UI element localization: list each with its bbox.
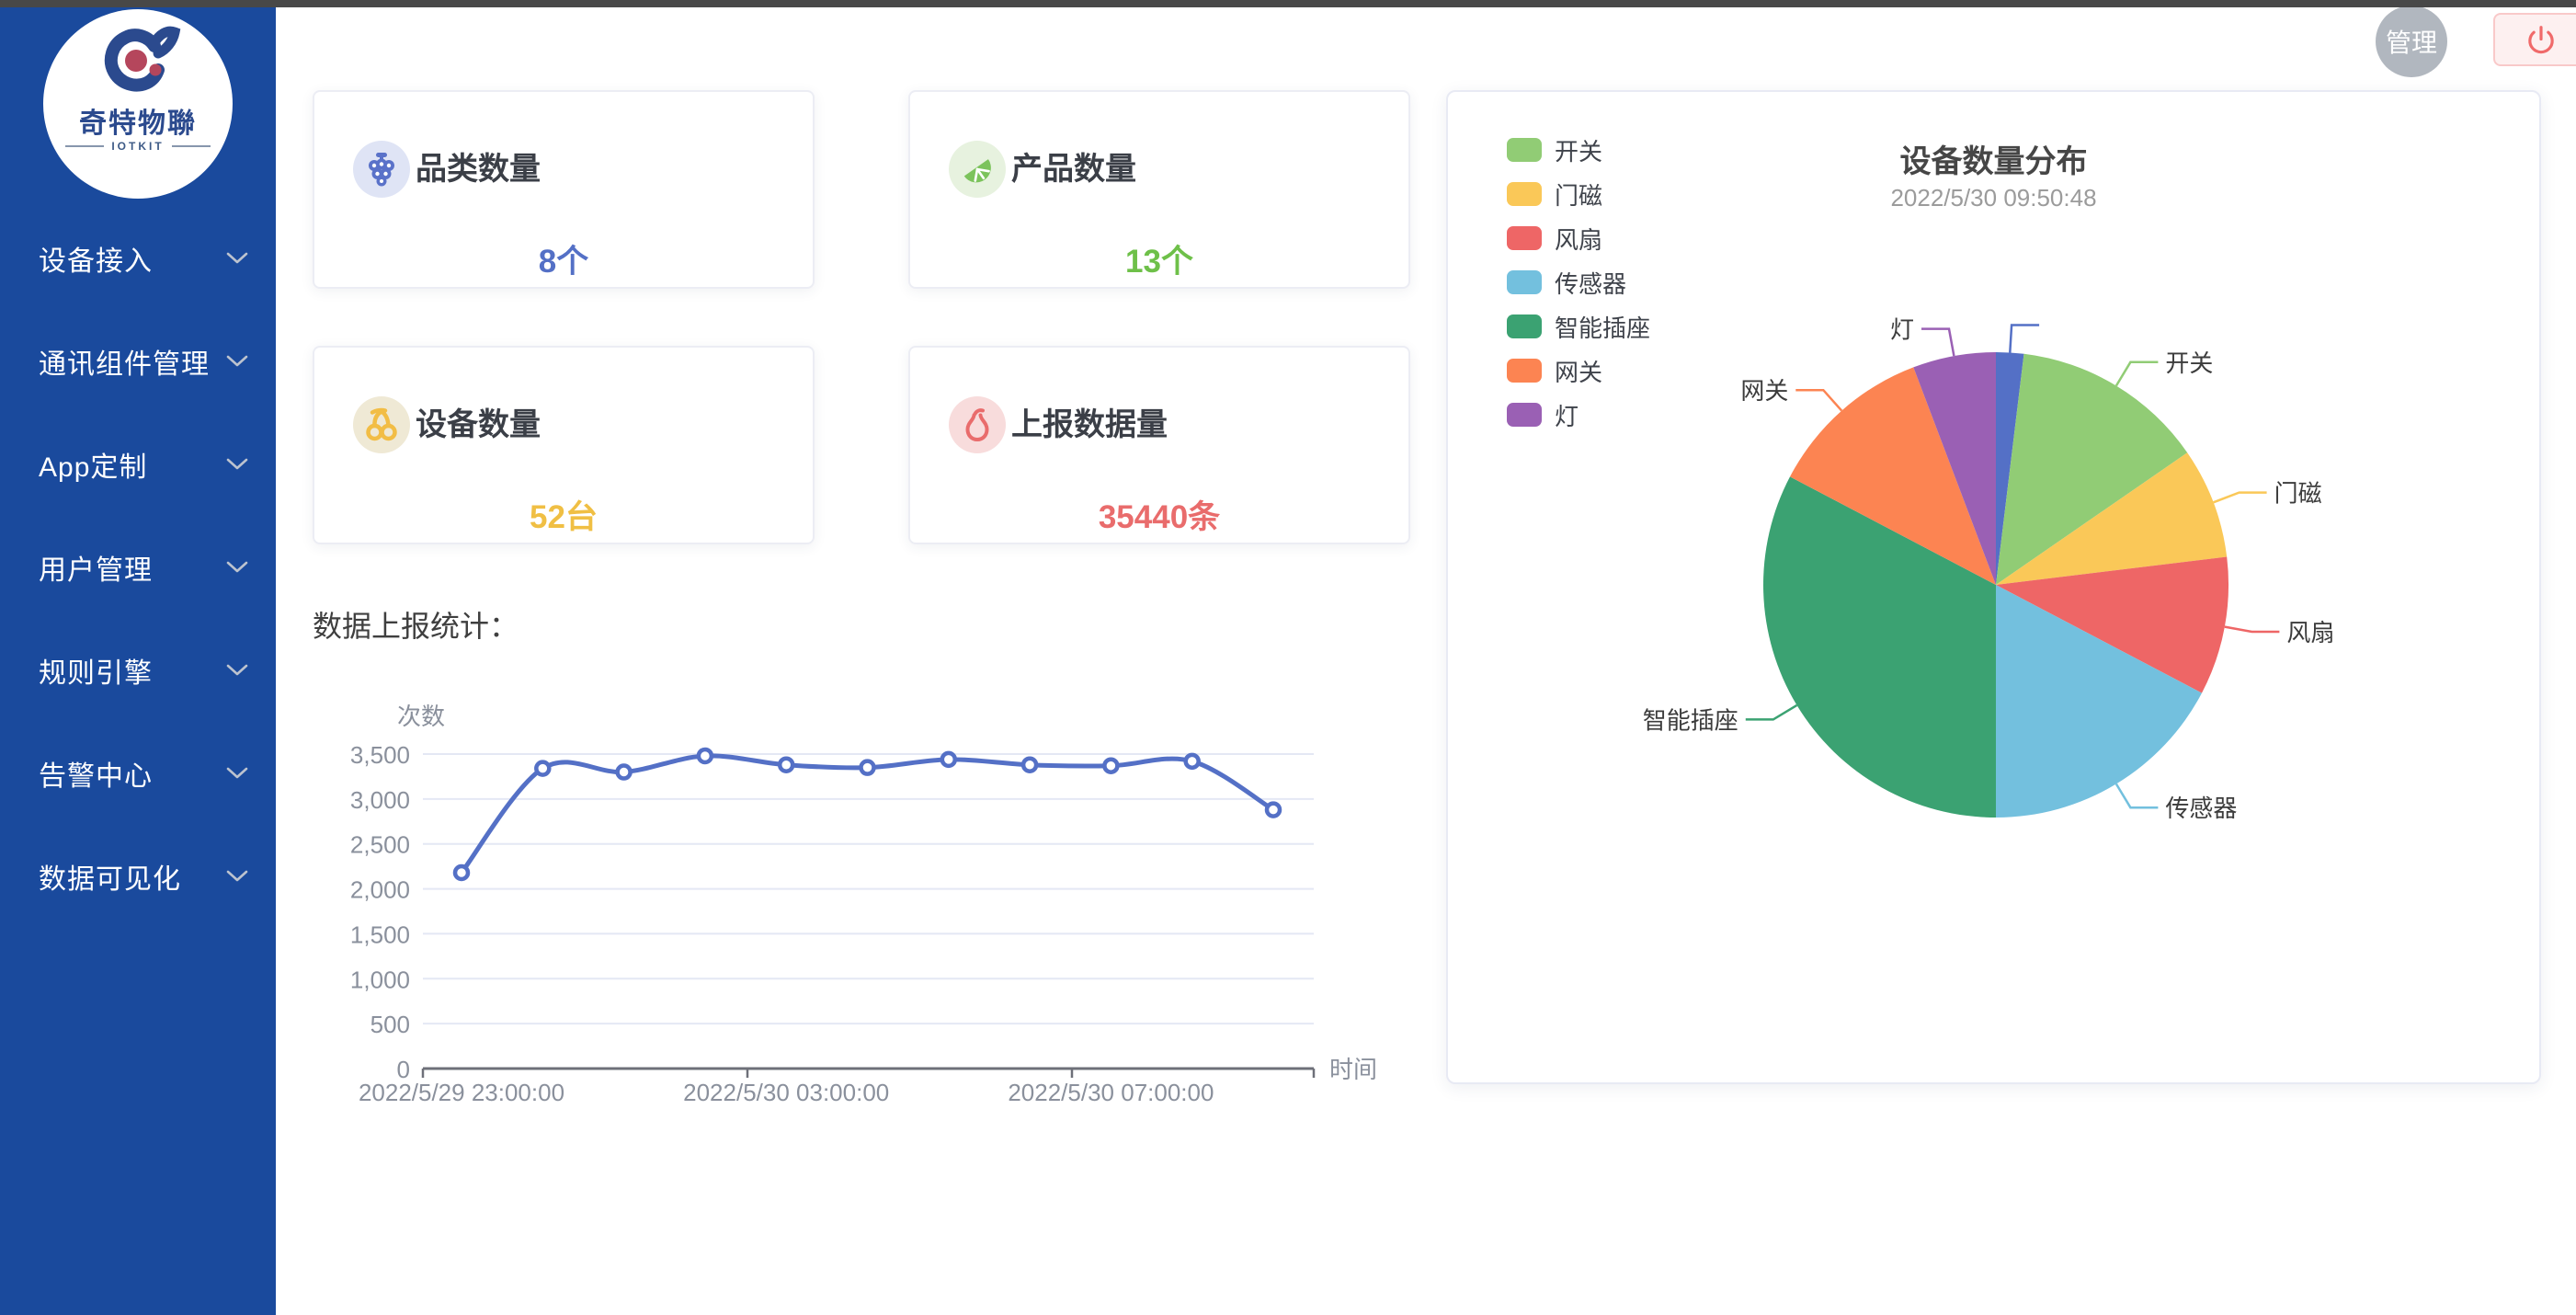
legend-swatch — [1507, 359, 1542, 383]
chevron-down-icon — [226, 355, 248, 368]
sidebar-item-label: App定制 — [39, 444, 147, 485]
line-chart-heading: 数据上报统计： — [313, 603, 519, 646]
pie-slice-label: 智能插座 — [1643, 706, 1738, 734]
stat-card-3: 上报数据量 35440条 — [908, 346, 1410, 544]
avatar[interactable]: 管理 — [2376, 6, 2447, 77]
stat-card-0: 品类数量 8个 — [313, 90, 815, 289]
logo-rule-right — [172, 145, 211, 147]
cherry-icon — [353, 396, 410, 453]
legend-swatch — [1507, 270, 1542, 294]
legend-item-6[interactable]: 灯 — [1507, 393, 1650, 437]
chevron-down-icon — [226, 664, 248, 677]
sidebar-item-6[interactable]: 数据可见化 — [0, 825, 276, 928]
legend-label: 风扇 — [1555, 222, 1602, 256]
sidebar-item-label: 数据可见化 — [39, 856, 181, 897]
svg-text:时间: 时间 — [1329, 1056, 1377, 1083]
svg-text:500: 500 — [370, 1011, 410, 1038]
logo-mark-icon — [84, 22, 192, 103]
logout-button[interactable] — [2493, 13, 2576, 66]
svg-text:2,000: 2,000 — [350, 876, 410, 904]
avatar-label: 管理 — [2386, 23, 2437, 60]
stat-value: 52台 — [314, 491, 813, 538]
sidebar-item-5[interactable]: 告警中心 — [0, 722, 276, 825]
svg-text:1,500: 1,500 — [350, 920, 410, 948]
app-logo: 奇特物聯 IOTKIT — [43, 9, 233, 199]
stat-card-1: 产品数量 13个 — [908, 90, 1410, 289]
sidebar-item-0[interactable]: 设备接入 — [0, 207, 276, 310]
legend-swatch — [1507, 314, 1542, 338]
legend-swatch — [1507, 403, 1542, 427]
sidebar-item-label: 设备接入 — [39, 238, 153, 279]
legend-label: 网关 — [1555, 354, 1602, 388]
pie-slice-label: 灯 — [1890, 316, 1914, 344]
stat-title: 产品数量 — [1011, 149, 1136, 189]
power-icon — [2525, 23, 2558, 56]
pie-slice-label: 网关 — [1740, 377, 1788, 405]
lemon-icon — [949, 141, 1006, 198]
stat-value: 8个 — [314, 235, 813, 282]
stat-value: 35440条 — [910, 491, 1408, 538]
report-line-chart: 05001,0001,5002,0002,5003,0003,500次数时间20… — [303, 690, 1388, 1122]
svg-text:2,500: 2,500 — [350, 831, 410, 859]
svg-text:次数: 次数 — [397, 703, 445, 730]
logo-rule-left — [65, 145, 104, 147]
sidebar: 奇特物聯 IOTKIT 设备接入通讯组件管理 App定制用户管理规则引擎告警中心数… — [0, 0, 276, 1315]
legend-label: 传感器 — [1555, 266, 1626, 300]
legend-item-2[interactable]: 风扇 — [1507, 216, 1650, 260]
legend-swatch — [1507, 138, 1542, 162]
legend-item-4[interactable]: 智能插座 — [1507, 304, 1650, 349]
legend-label: 门磁 — [1555, 177, 1602, 212]
legend-label: 灯 — [1555, 398, 1579, 432]
svg-text:2022/5/29 23:00:00: 2022/5/29 23:00:00 — [359, 1079, 564, 1106]
pear-icon — [949, 396, 1006, 453]
stat-title: 上报数据量 — [1011, 405, 1168, 445]
grape-icon — [353, 141, 410, 198]
pie-slice-label: 开关 — [2165, 349, 2213, 377]
pie-slice-label: 传感器 — [2165, 795, 2237, 822]
chevron-down-icon — [226, 767, 248, 780]
sidebar-item-label: 告警中心 — [39, 753, 153, 794]
sidebar-item-3[interactable]: 用户管理 — [0, 516, 276, 619]
sidebar-item-4[interactable]: 规则引擎 — [0, 619, 276, 722]
legend-swatch — [1507, 226, 1542, 250]
pie-slice-label: 风扇 — [2286, 619, 2334, 646]
logo-subtitle: IOTKIT — [43, 140, 233, 153]
chevron-down-icon — [226, 458, 248, 471]
stat-value: 13个 — [910, 235, 1408, 282]
sidebar-item-label: 用户管理 — [39, 547, 153, 588]
svg-text:1,000: 1,000 — [350, 966, 410, 993]
legend-item-0[interactable]: 开关 — [1507, 128, 1650, 172]
top-edge-strip — [0, 0, 2576, 7]
device-distribution-card: 设备数量分布 2022/5/30 09:50:48 开关门磁风扇传感器智能插座网… — [1446, 90, 2541, 1084]
pie-legend: 开关门磁风扇传感器智能插座网关灯 — [1507, 128, 1650, 437]
stat-title: 品类数量 — [416, 149, 541, 189]
legend-item-1[interactable]: 门磁 — [1507, 172, 1650, 216]
logo-title: 奇特物聯 — [43, 100, 233, 141]
sidebar-item-label: 规则引擎 — [39, 650, 153, 691]
chevron-down-icon — [226, 561, 248, 574]
sidebar-menu: 设备接入通讯组件管理 App定制用户管理规则引擎告警中心数据可见化 — [0, 207, 276, 928]
legend-swatch — [1507, 182, 1542, 206]
iot-dashboard-screen: 奇特物聯 IOTKIT 设备接入通讯组件管理App定制用户管理规则引擎告警中心数… — [0, 0, 2576, 1315]
sidebar-item-label: 通讯组件管理 — [39, 341, 210, 382]
svg-text:2022/5/30 07:00:00: 2022/5/30 07:00:00 — [1008, 1079, 1214, 1106]
svg-text:3,000: 3,000 — [350, 786, 410, 814]
legend-item-5[interactable]: 网关 — [1507, 349, 1650, 393]
chevron-down-icon — [226, 252, 248, 265]
stat-card-2: 设备数量 52台 — [313, 346, 815, 544]
svg-text:2022/5/30 03:00:00: 2022/5/30 03:00:00 — [683, 1079, 889, 1106]
legend-label: 智能插座 — [1555, 310, 1650, 344]
svg-text:3,500: 3,500 — [350, 741, 410, 769]
legend-item-3[interactable]: 传感器 — [1507, 260, 1650, 304]
stat-title: 设备数量 — [416, 405, 541, 445]
sidebar-item-1[interactable]: 通讯组件管理 — [0, 310, 276, 413]
legend-label: 开关 — [1555, 133, 1602, 167]
sidebar-item-2[interactable]: App定制 — [0, 413, 276, 516]
chevron-down-icon — [226, 870, 248, 883]
pie-slice-label: 门磁 — [2274, 480, 2322, 508]
